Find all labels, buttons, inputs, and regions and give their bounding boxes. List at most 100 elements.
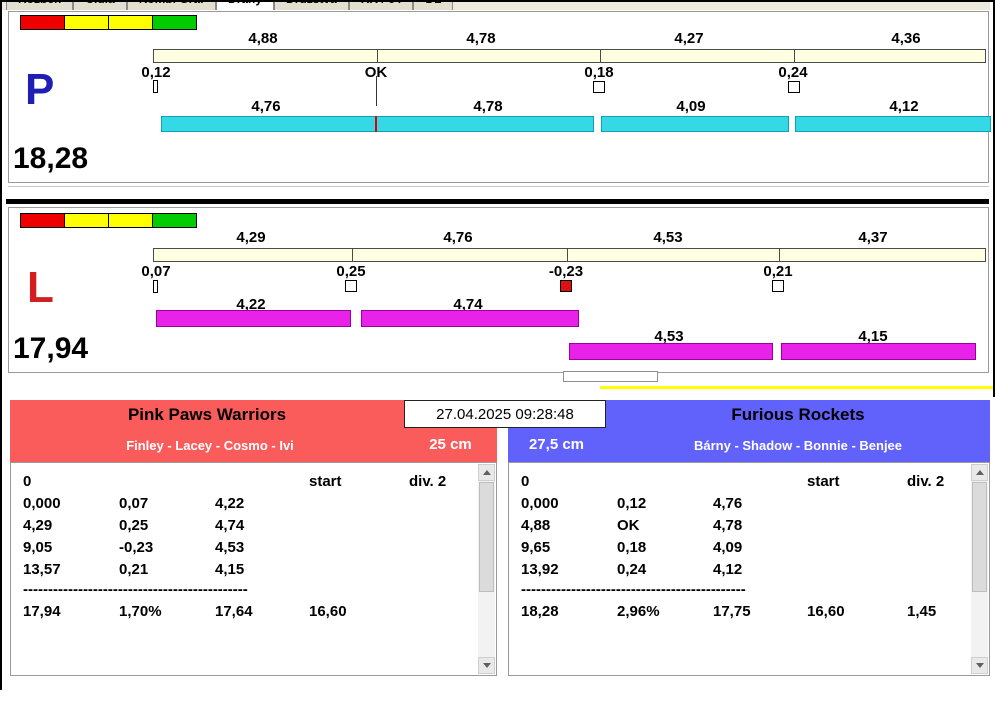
table-cell: 1,45 [907,603,937,620]
table-cell: 17,64 [215,603,253,620]
tab-kk-64[interactable]: KK / 64 [348,2,414,10]
dog-time-label: 4,12 [889,98,919,115]
table-row: 4,88 OK 4,78 [509,517,969,539]
team-right-jump-height: 27,5 cm [528,436,585,453]
table-cell: 0,25 [119,517,149,534]
change-checkbox[interactable] [593,81,605,93]
fault-checkbox[interactable] [560,280,572,292]
status-segment-red [20,213,65,228]
table-cell: 4,74 [215,517,245,534]
table-cell: 0 [521,473,530,490]
table-cell: 4,29 [23,517,53,534]
table-separator: ----------------------------------------… [521,581,746,598]
dog-time-bar [569,343,773,360]
arrow-down-icon [482,663,491,668]
change-time-label: -0,23 [548,263,584,280]
table-header-row: 0 start div. 2 [11,473,476,495]
scrollbar-up-button[interactable] [971,464,988,481]
tab-druzstva[interactable]: Družstva [274,2,349,10]
tab-cidla[interactable]: Čidla [73,2,127,10]
change-time-label: 0,07 [141,263,171,280]
change-checkbox[interactable] [788,81,800,93]
status-segment-yellow [64,15,109,30]
table-cell: 2,96% [617,603,660,620]
timeline-divider [794,49,795,63]
table-cell: 4,78 [713,517,743,534]
dog-time-label: 4,78 [473,98,503,115]
timeline-divider [567,248,568,262]
table-cell: 9,05 [23,539,53,556]
dog-time-bar [781,343,976,360]
scrollbar-thumb[interactable] [972,482,987,592]
leg-time-label: 4,78 [466,30,496,47]
status-segment-yellow [108,15,153,30]
table-cell: 4,12 [713,561,743,578]
panel-separator-line [8,186,989,187]
change-checkbox[interactable] [772,280,784,292]
table-cell: 0,21 [119,561,149,578]
table-cell: 16,60 [807,603,845,620]
change-time-label: 0,21 [763,263,793,280]
table-cell: 0 [23,473,32,490]
lane-divider-bar [6,199,989,204]
flyball-timing-app: Rozbeh Čidla Kombi Graf Dráhy Družstva K… [0,0,995,716]
leg-time-label: 4,88 [248,30,278,47]
run-timestamp: 27.04.2025 09:28:48 [404,400,606,428]
dog-time-bar [376,116,594,132]
table-cell: 9,65 [521,539,551,556]
table-cell: start [807,473,840,490]
team-left-name: Pink Paws Warriors [127,405,287,424]
lane-p-timeline-bar [153,49,986,63]
scrollbar-down-button[interactable] [478,657,495,674]
table-cell: 16,60 [309,603,347,620]
change-checkbox[interactable] [345,280,357,292]
leg-time-label: 4,76 [443,229,473,246]
table-separator: ----------------------------------------… [23,581,248,598]
lane-l-letter: L [27,263,54,312]
scrollbar[interactable] [971,464,988,674]
change-time-label: 0,25 [336,263,366,280]
table-row: 13,92 0,24 4,12 [509,561,969,583]
change-time-label: 0,24 [778,64,808,81]
window-left-border [0,0,2,690]
table-cell: 0,24 [617,561,647,578]
team-left-jump-height: 25 cm [429,436,472,453]
leg-time-label: 4,37 [858,229,888,246]
table-row: 0,000 0,12 4,76 [509,495,969,517]
scrollbar-thumb[interactable] [479,482,494,592]
timeline-divider [352,248,353,262]
table-cell: div. 2 [907,473,945,490]
status-segment-green [152,213,197,228]
bar-fault-divider [375,116,377,132]
table-cell: 0,07 [119,495,149,512]
table-cell: 4,09 [713,539,743,556]
tab-kombi-graf[interactable]: Kombi Graf [126,2,217,10]
table-cell: 13,92 [521,561,559,578]
scrollbar[interactable] [478,464,495,674]
table-cell: 0,000 [23,495,61,512]
dog-time-bar [601,116,789,132]
lane-l-total-time: 17,94 [13,332,89,365]
scrollbar-down-button[interactable] [971,657,988,674]
tab-rozbeh[interactable]: Rozbeh [6,2,74,10]
tab-dl[interactable]: DL [413,2,454,10]
leg-time-label: 4,36 [891,30,921,47]
lane-l-timeline-bar [153,248,986,262]
table-cell: -0,23 [119,539,154,556]
change-time-label: 0,18 [584,64,614,81]
status-segment-yellow [64,213,109,228]
table-cell: 4,53 [215,539,245,556]
table-row: 0,000 0,07 4,22 [11,495,476,517]
start-tick-marker [153,280,158,293]
table-row: 13,57 0,21 4,15 [11,561,476,583]
tab-drahy[interactable]: Dráhy [216,2,275,10]
status-segment-green [152,15,197,30]
table-cell: 4,15 [215,561,245,578]
leg-time-label: 4,29 [236,229,266,246]
team-left-members: Finley - Lacey - Cosmo - Ivi [126,438,294,453]
arrow-down-icon [975,663,984,668]
scrollbar-up-button[interactable] [478,464,495,481]
dog-time-label: 4,09 [676,98,706,115]
table-cell: start [309,473,342,490]
tabs-row: Rozbeh Čidla Kombi Graf Dráhy Družstva K… [6,2,454,10]
